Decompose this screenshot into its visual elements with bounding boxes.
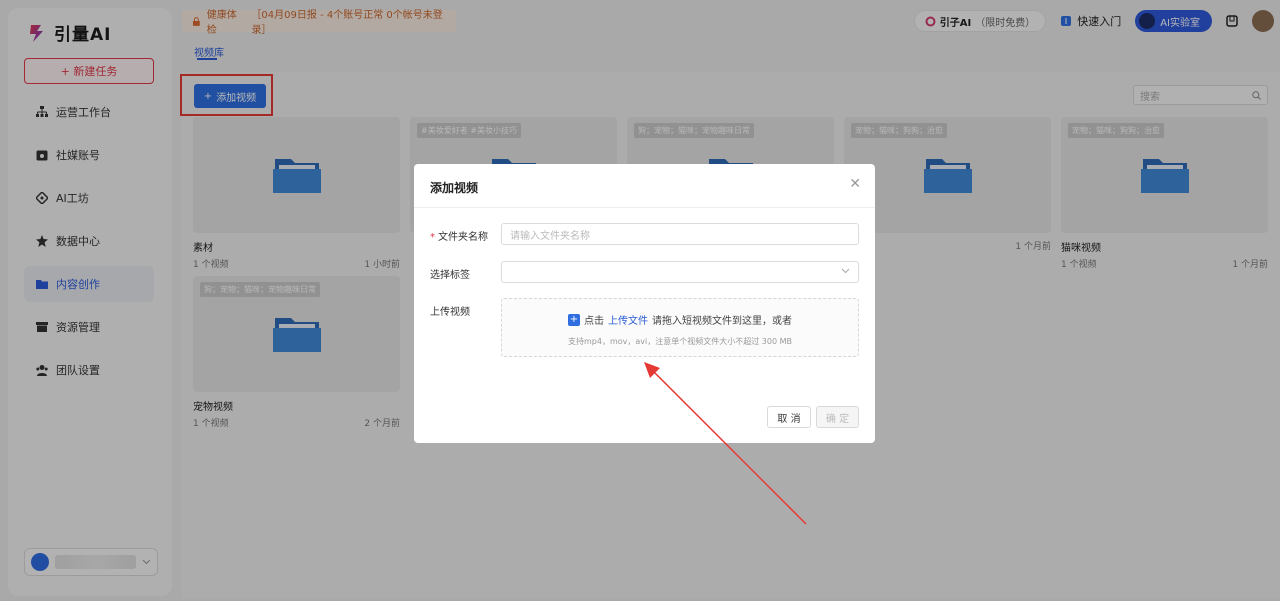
annotation-arrow	[644, 362, 807, 525]
